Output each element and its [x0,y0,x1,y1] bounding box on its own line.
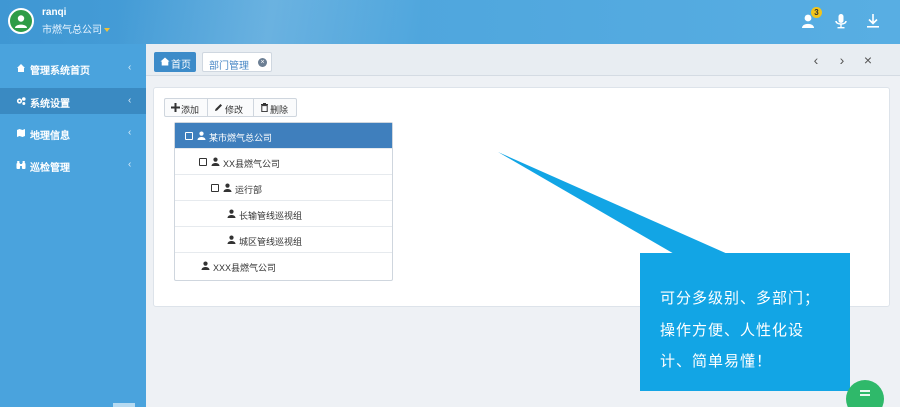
menu-icon [860,394,870,396]
callout-line: 计、简单易懂！ [660,353,773,370]
callout-line: 可分多级别、多部门； [660,290,821,307]
feature-callout: 可分多级别、多部门； 操作方便、人性化设 计、简单易懂！ [640,253,850,391]
callout-line: 操作方便、人性化设 [660,322,805,339]
